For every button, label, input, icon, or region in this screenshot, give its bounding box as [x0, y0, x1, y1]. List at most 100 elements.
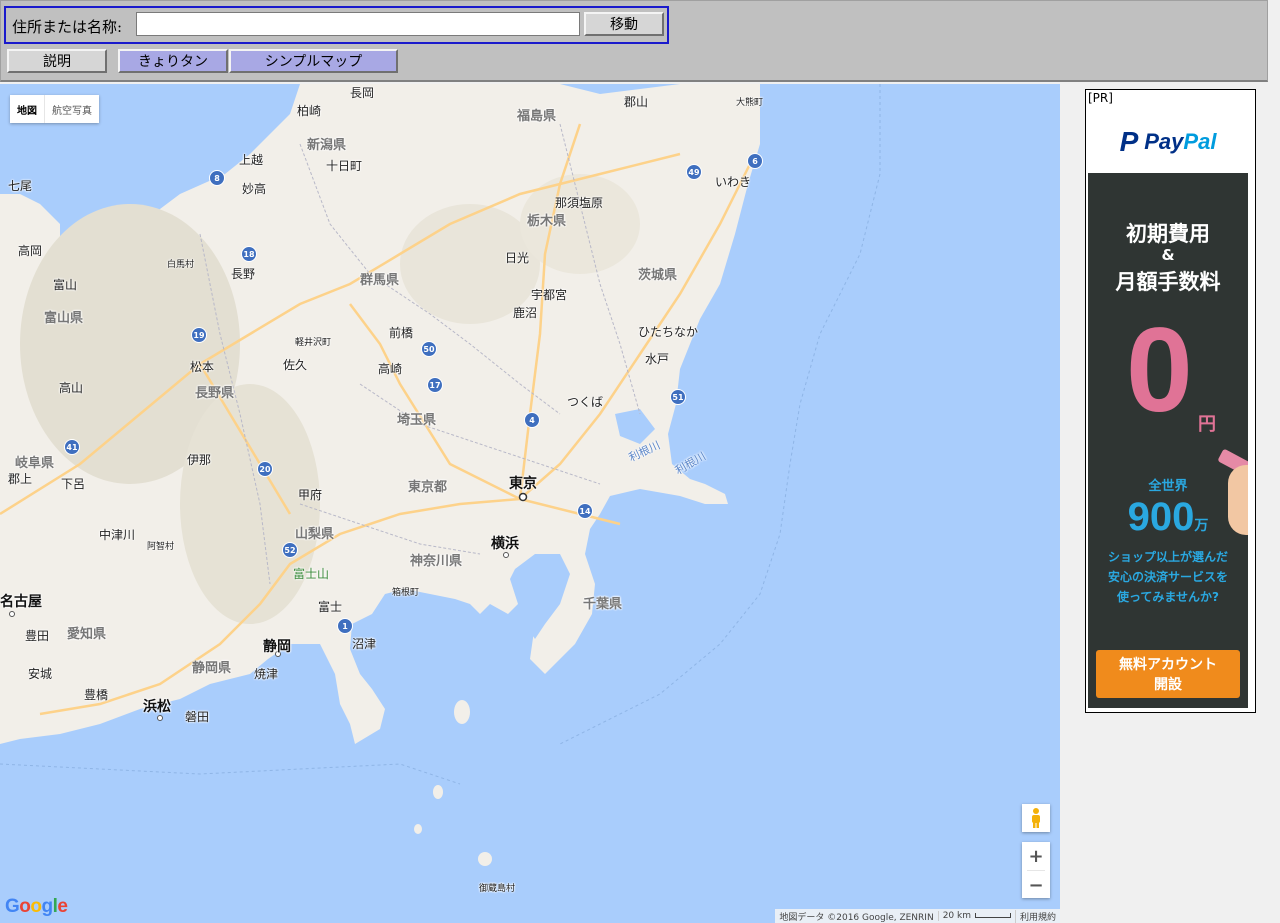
map-label-city: 鹿沼 [513, 306, 538, 320]
map-base-layer [0, 84, 881, 866]
map-label-aichi: 愛知県 [67, 627, 107, 642]
map-label-city: いわき [715, 175, 752, 189]
ad-headline-3: 月額手数料 [1115, 270, 1221, 294]
search-form: 住所または名称: 移動 [4, 6, 669, 44]
map-label-city: 阿智村 [147, 542, 175, 552]
map-label-city: 長野 [231, 267, 256, 281]
map-label-city: 中津川 [99, 528, 136, 542]
map-attribution: 地図データ ©2016 Google, ZENRIN 20 km 利用規約 [775, 909, 1060, 923]
ad-headline-2: & [1161, 246, 1175, 264]
map-label-city: 高崎 [378, 362, 403, 376]
route-shield: 19 [191, 327, 207, 343]
map-label-city: 磐田 [185, 710, 210, 724]
map-label-gunma: 群馬県 [360, 273, 400, 288]
simple-map-button[interactable]: シンプルマップ [229, 49, 398, 73]
map-scale[interactable]: 20 km [937, 911, 1015, 921]
map-type-map-tab[interactable]: 地図 [10, 95, 44, 123]
help-button[interactable]: 説明 [7, 49, 107, 73]
route-shield: 41 [64, 439, 80, 455]
map-canvas[interactable]: 地図 航空写真 新潟県 福島県 栃木県 群馬県 茨城県 富山県 長野県 埼玉県 … [0, 84, 1060, 923]
route-shield: 8 [209, 170, 225, 186]
street-view-pegman[interactable] [1022, 804, 1050, 832]
map-label-city: 焼津 [254, 667, 279, 681]
route-shield: 50 [421, 341, 437, 357]
map-label-city: 富山 [53, 278, 78, 292]
ad-cta-line-2: 開設 [1154, 677, 1182, 693]
kyori-tan-button[interactable]: きょりタン [118, 49, 228, 73]
map-label-city: 甲府 [298, 488, 323, 502]
map-label-city: 伊那 [187, 453, 212, 467]
paypal-mark-icon: P [1119, 125, 1139, 157]
terms-link[interactable]: 利用規約 [1014, 909, 1060, 923]
ad-yen-unit: 円 [1198, 414, 1216, 435]
toolbar: 住所または名称: 移動 説明 きょりタン シンプルマップ [0, 0, 1268, 82]
map-label-major-city: 東京 [509, 476, 537, 492]
map-label-city: 沼津 [352, 637, 377, 651]
map-label-city: 軽井沢町 [295, 338, 332, 348]
map-label-city: 七尾 [8, 179, 33, 193]
map-type-control: 地図 航空写真 [10, 95, 99, 123]
pegman-icon [1032, 808, 1040, 828]
map-label-city: 上越 [239, 153, 264, 167]
scale-bar [974, 913, 1011, 918]
map-label-city: 安城 [28, 667, 53, 681]
map-label-gifu: 岐阜県 [15, 456, 55, 471]
map-label-city: 松本 [190, 360, 215, 374]
ad-cta-button[interactable]: 無料アカウント 開設 [1096, 650, 1240, 698]
map-label-city: 御蔵島村 [479, 884, 516, 894]
ad-sub-2: 安心の決済サービスを [1107, 570, 1228, 584]
map-label-city: 宇都宮 [531, 288, 568, 302]
map-label-kanagawa: 神奈川県 [410, 554, 463, 569]
map-label-nagano: 長野県 [195, 386, 235, 401]
search-label: 住所または名称: [12, 18, 123, 36]
route-shield: 17 [427, 377, 443, 393]
route-shield: 6 [747, 153, 763, 169]
map-label-city: つくば [567, 395, 604, 409]
ad-cta-line-1: 無料アカウント [1119, 657, 1217, 673]
map-label-city: 豊橋 [84, 688, 109, 702]
map-label-major-city: 静岡 [263, 639, 291, 655]
map-label-city: 長岡 [350, 86, 375, 100]
map-label-city: 妙高 [242, 182, 267, 196]
route-shield: 51 [670, 389, 686, 405]
map-label-fukushima: 福島県 [517, 109, 557, 124]
zoom-in-button[interactable]: + [1022, 842, 1050, 870]
map-label-major-city: 浜松 [143, 699, 171, 715]
map-label-shizuoka: 静岡県 [192, 661, 232, 676]
ad-count-unit: 万 [1194, 517, 1209, 533]
map-label-city: ひたちなか [638, 325, 699, 339]
map-label-city: 十日町 [326, 159, 363, 173]
map-label-tokyo-to: 東京都 [408, 480, 448, 495]
route-shield: 4 [524, 412, 540, 428]
map-label-major-city: 名古屋 [0, 594, 42, 610]
ad-banner[interactable]: [PR] P PayPal 初期費用 & 月額手数料 0 円 全世界 900万 … [1085, 89, 1256, 713]
map-label-city: 郡山 [624, 95, 649, 109]
map-label-city: 豊田 [25, 629, 50, 643]
ad-card[interactable]: P PayPal 初期費用 & 月額手数料 0 円 全世界 900万 ショップ以… [1088, 110, 1248, 708]
map-data-credit[interactable]: 地図データ ©2016 Google, ZENRIN [775, 910, 937, 923]
move-button[interactable]: 移動 [584, 12, 664, 36]
map-type-satellite-tab[interactable]: 航空写真 [44, 95, 99, 123]
map-label-saitama: 埼玉県 [397, 413, 437, 428]
map-label-city: 前橋 [389, 326, 414, 340]
map-label-city: 柏崎 [297, 104, 322, 118]
route-shield: 20 [257, 461, 273, 477]
map-label-city: 日光 [505, 251, 530, 265]
paypal-wordmark: PayPal [1144, 128, 1217, 154]
ad-headline-1: 初期費用 [1126, 222, 1210, 246]
map-label-city: 富士山 [293, 567, 330, 581]
paypal-logo: P PayPal [1088, 110, 1248, 173]
map-label-ibaraki: 茨城県 [638, 268, 678, 283]
ad-pr-label: [PR] [1088, 91, 1113, 105]
zoom-out-button[interactable]: − [1022, 871, 1050, 899]
map-label-niigata: 新潟県 [307, 138, 347, 153]
route-shield: 52 [282, 542, 298, 558]
map-label-yamanashi: 山梨県 [295, 527, 335, 542]
search-input[interactable] [136, 12, 580, 36]
route-shield: 14 [577, 503, 593, 519]
map-label-chiba: 千葉県 [583, 597, 623, 612]
ad-sub-3: 使ってみませんか? [1116, 590, 1219, 604]
map-label-city: 富士 [318, 600, 343, 614]
map-label-city: 下呂 [61, 477, 86, 491]
map-label-city: 高山 [59, 381, 84, 395]
